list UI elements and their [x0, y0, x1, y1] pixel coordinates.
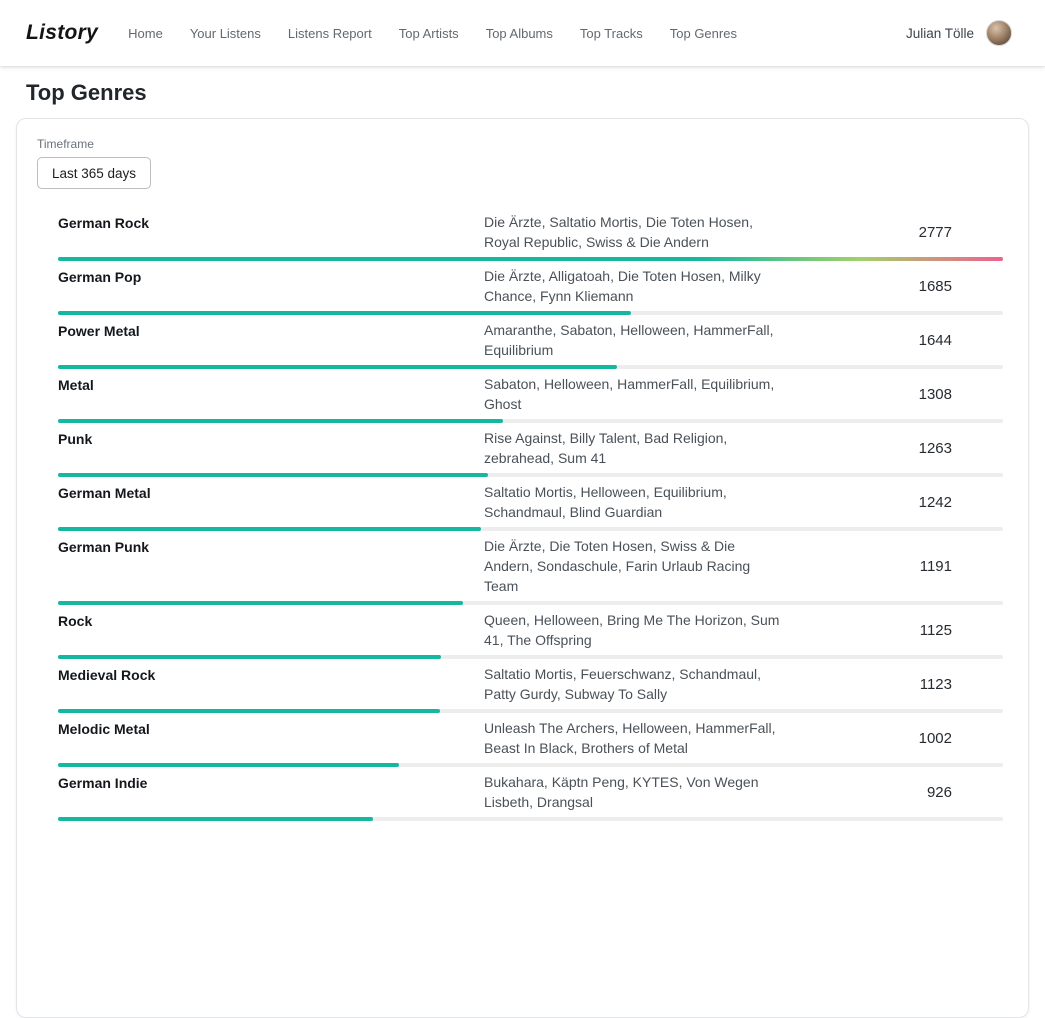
- timeframe-label: Timeframe: [37, 137, 1003, 151]
- genre-rows: German Rock Die Ärzte, Saltatio Mortis, …: [37, 207, 1003, 821]
- genre-row: German Metal Saltatio Mortis, Helloween,…: [58, 477, 1003, 531]
- genre-count: 1123: [920, 676, 1003, 693]
- genre-artists: Saltatio Mortis, Helloween, Equilibrium,…: [484, 482, 784, 522]
- genre-count: 1242: [919, 494, 1003, 511]
- genre-row: Medieval Rock Saltatio Mortis, Feuerschw…: [58, 659, 1003, 713]
- genre-count: 1263: [919, 440, 1003, 457]
- genre-count: 1191: [920, 558, 1003, 575]
- genre-row: Power Metal Amaranthe, Sabaton, Hellowee…: [58, 315, 1003, 369]
- genre-row-grid: German Indie Bukahara, Käptn Peng, KYTES…: [58, 772, 1003, 812]
- genre-row-grid: German Metal Saltatio Mortis, Helloween,…: [58, 482, 1003, 522]
- genre-count: 1685: [919, 278, 1003, 295]
- timeframe-select[interactable]: Last 365 days: [37, 157, 151, 189]
- genre-bar-track: [58, 817, 1003, 821]
- nav-link[interactable]: Your Listens: [190, 26, 261, 41]
- genre-row: German Rock Die Ärzte, Saltatio Mortis, …: [58, 207, 1003, 261]
- genre-name: Metal: [58, 374, 484, 395]
- genre-artists: Die Ärzte, Alligatoah, Die Toten Hosen, …: [484, 266, 784, 306]
- top-genres-card: Timeframe Last 365 days German Rock Die …: [16, 118, 1029, 1018]
- genre-name: Medieval Rock: [58, 664, 484, 685]
- genre-count: 1644: [919, 332, 1003, 349]
- page-title: Top Genres: [26, 80, 1029, 106]
- genre-count: 926: [927, 784, 1003, 801]
- genre-row-grid: German Pop Die Ärzte, Alligatoah, Die To…: [58, 266, 1003, 306]
- genre-name: Rock: [58, 610, 484, 631]
- genre-artists: Queen, Helloween, Bring Me The Horizon, …: [484, 610, 784, 650]
- genre-artists: Die Ärzte, Saltatio Mortis, Die Toten Ho…: [484, 212, 784, 252]
- app-bar: Listory Home Your Listens Listens Report…: [0, 0, 1045, 66]
- genre-count: 2777: [919, 224, 1003, 241]
- genre-name: German Indie: [58, 772, 484, 793]
- genre-artists: Saltatio Mortis, Feuerschwanz, Schandmau…: [484, 664, 784, 704]
- nav-link[interactable]: Top Artists: [399, 26, 459, 41]
- genre-row-grid: Power Metal Amaranthe, Sabaton, Hellowee…: [58, 320, 1003, 360]
- genre-row-grid: Punk Rise Against, Billy Talent, Bad Rel…: [58, 428, 1003, 468]
- genre-count: 1308: [919, 386, 1003, 403]
- genre-name: German Rock: [58, 212, 484, 233]
- genre-artists: Amaranthe, Sabaton, Helloween, HammerFal…: [484, 320, 784, 360]
- timeframe-value: Last 365 days: [52, 166, 136, 181]
- user-menu[interactable]: Julian Tölle: [906, 20, 1012, 46]
- genre-row: Metal Sabaton, Helloween, HammerFall, Eq…: [58, 369, 1003, 423]
- genre-name: German Pop: [58, 266, 484, 287]
- genre-artists: Die Ärzte, Die Toten Hosen, Swiss & Die …: [484, 536, 784, 596]
- nav-link[interactable]: Listens Report: [288, 26, 372, 41]
- genre-name: German Punk: [58, 536, 484, 557]
- nav-link[interactable]: Top Albums: [486, 26, 553, 41]
- nav-link[interactable]: Top Tracks: [580, 26, 643, 41]
- app-logo[interactable]: Listory: [26, 21, 98, 45]
- user-avatar[interactable]: [986, 20, 1012, 46]
- nav-link[interactable]: Home: [128, 26, 163, 41]
- genre-name: Melodic Metal: [58, 718, 484, 739]
- genre-row-grid: Melodic Metal Unleash The Archers, Hello…: [58, 718, 1003, 758]
- genre-row: Melodic Metal Unleash The Archers, Hello…: [58, 713, 1003, 767]
- genre-artists: Bukahara, Käptn Peng, KYTES, Von Wegen L…: [484, 772, 784, 812]
- genre-row: German Punk Die Ärzte, Die Toten Hosen, …: [58, 531, 1003, 605]
- main-content: Top Genres Timeframe Last 365 days Germa…: [0, 66, 1045, 1018]
- genre-artists: Rise Against, Billy Talent, Bad Religion…: [484, 428, 784, 468]
- genre-name: German Metal: [58, 482, 484, 503]
- genre-count: 1125: [920, 622, 1003, 639]
- genre-artists: Unleash The Archers, Helloween, HammerFa…: [484, 718, 784, 758]
- user-name: Julian Tölle: [906, 26, 974, 41]
- genre-row-grid: German Rock Die Ärzte, Saltatio Mortis, …: [58, 212, 1003, 252]
- genre-row-grid: Medieval Rock Saltatio Mortis, Feuerschw…: [58, 664, 1003, 704]
- genre-row: German Indie Bukahara, Käptn Peng, KYTES…: [58, 767, 1003, 821]
- genre-artists: Sabaton, Helloween, HammerFall, Equilibr…: [484, 374, 784, 414]
- genre-row: Punk Rise Against, Billy Talent, Bad Rel…: [58, 423, 1003, 477]
- genre-row-grid: Metal Sabaton, Helloween, HammerFall, Eq…: [58, 374, 1003, 414]
- genre-bar-fill: [58, 817, 373, 821]
- genre-row-grid: German Punk Die Ärzte, Die Toten Hosen, …: [58, 536, 1003, 596]
- genre-row: German Pop Die Ärzte, Alligatoah, Die To…: [58, 261, 1003, 315]
- nav-links: Home Your Listens Listens Report Top Art…: [128, 26, 906, 41]
- genre-row: Rock Queen, Helloween, Bring Me The Hori…: [58, 605, 1003, 659]
- genre-name: Power Metal: [58, 320, 484, 341]
- genre-row-grid: Rock Queen, Helloween, Bring Me The Hori…: [58, 610, 1003, 650]
- nav-link[interactable]: Top Genres: [670, 26, 737, 41]
- genre-name: Punk: [58, 428, 484, 449]
- genre-count: 1002: [919, 730, 1003, 747]
